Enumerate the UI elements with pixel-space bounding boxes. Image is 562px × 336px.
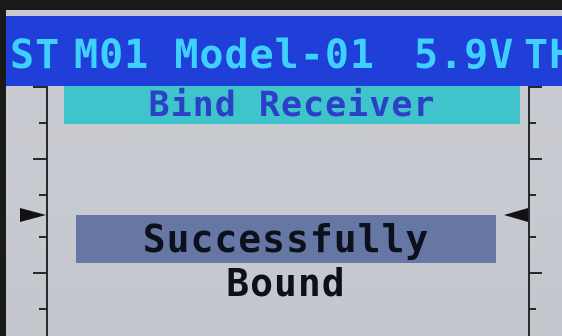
page-title: Bind Receiver bbox=[148, 85, 436, 125]
bind-status-message: Successfully Bound bbox=[142, 217, 430, 305]
steering-label: ST bbox=[10, 32, 61, 78]
lcd-screen: ST M01 Model-01 5.9V TH Bind Receiver Su… bbox=[6, 10, 562, 336]
page-title-bar: Bind Receiver bbox=[64, 85, 520, 125]
left-trim-pointer-icon bbox=[20, 208, 46, 222]
right-trim-pointer-icon bbox=[504, 208, 528, 222]
battery-voltage: 5.9V bbox=[414, 32, 515, 78]
status-message-box: Successfully Bound bbox=[76, 215, 496, 305]
throttle-label: TH bbox=[524, 32, 562, 78]
display-bezel-top bbox=[0, 0, 562, 10]
status-bar: ST M01 Model-01 5.9V TH bbox=[6, 16, 562, 86]
model-name: M01 Model-01 bbox=[74, 32, 375, 78]
